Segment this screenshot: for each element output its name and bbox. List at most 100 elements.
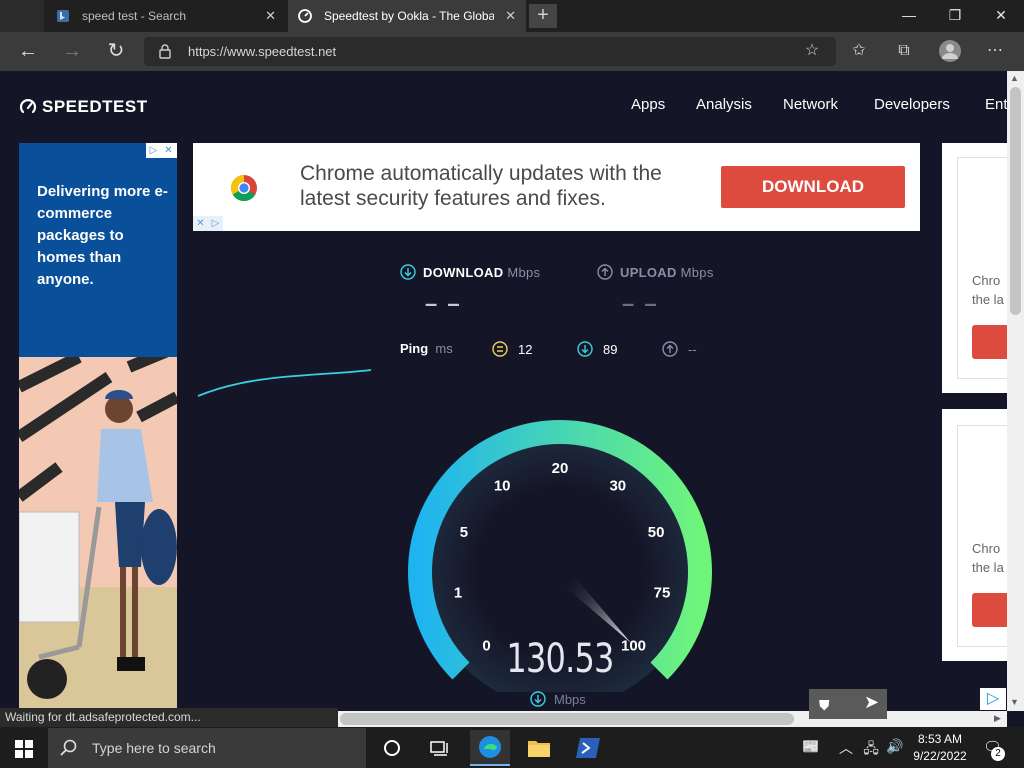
ping-upload-value: --: [688, 341, 697, 357]
add-favorite-icon[interactable]: ☆: [800, 40, 824, 62]
notification-count: 2: [991, 747, 1005, 761]
profile-avatar-icon[interactable]: [938, 39, 962, 63]
idle-latency-icon: [492, 341, 508, 357]
close-window-button[interactable]: ✕: [986, 4, 1016, 26]
ping-label-text: Ping: [400, 341, 429, 356]
tab-actions-menu[interactable]: [0, 0, 44, 32]
adchoices-icon[interactable]: ▷: [208, 216, 223, 231]
tab-title: Speedtest by Ookla - The Global: [324, 9, 494, 23]
favorites-icon[interactable]: ✩: [847, 40, 871, 62]
ad-close-icon[interactable]: ✕: [193, 216, 208, 231]
gauge-tick-label: 5: [460, 524, 468, 541]
collections-icon[interactable]: ⧉: [892, 40, 916, 62]
gauge-tick-label: 1: [454, 584, 462, 601]
scroll-right-icon[interactable]: ▶: [994, 713, 1001, 724]
download-arrow-icon: [400, 264, 416, 280]
nav-analysis[interactable]: Analysis: [696, 96, 752, 113]
right-ad-1-button[interactable]: [972, 325, 1007, 359]
task-view-icon[interactable]: [420, 730, 460, 766]
tab-close-icon[interactable]: ✕: [505, 8, 516, 24]
ping-download: 89: [577, 341, 617, 357]
show-hidden-icons[interactable]: ︿: [836, 738, 856, 758]
scroll-up-icon[interactable]: ▲: [1010, 73, 1019, 83]
speedtest-logo-icon: [19, 99, 37, 114]
file-explorer-icon[interactable]: [519, 730, 559, 766]
banner-ad-choices[interactable]: ✕ ▷: [193, 216, 223, 231]
download-latency-icon: [577, 341, 593, 357]
windows-security-icon[interactable]: ⛊: [819, 697, 830, 714]
gauge-tick-label: 30: [609, 478, 626, 495]
refresh-button[interactable]: ↻: [102, 38, 130, 66]
delivery-person-image: [19, 357, 177, 708]
nav-apps[interactable]: Apps: [631, 96, 665, 113]
upload-latency-icon: [662, 341, 678, 357]
upload-label-text: UPLOAD: [620, 264, 677, 280]
powershell-icon[interactable]: [568, 730, 608, 766]
cortana-icon[interactable]: [372, 730, 412, 766]
speed-unit-text: Mbps: [554, 691, 586, 707]
scroll-down-icon[interactable]: ▼: [1010, 697, 1019, 707]
nav-network[interactable]: Network: [783, 96, 838, 113]
ping-download-value: 89: [603, 341, 618, 357]
news-widget-icon[interactable]: 📰: [799, 738, 823, 755]
clock-date: 9/22/2022: [913, 749, 967, 763]
upload-unit: Mbps: [680, 264, 714, 280]
upload-arrow-icon: [597, 264, 613, 280]
minimize-button[interactable]: —: [894, 4, 924, 26]
gauge-tick-label: 50: [648, 524, 665, 541]
bing-search-icon: [57, 10, 69, 22]
chrome-logo-icon: [230, 174, 257, 202]
speedtest-favicon-icon: [298, 9, 312, 23]
nav-developers[interactable]: Developers: [874, 96, 950, 113]
search-icon: [60, 739, 77, 756]
ping-upload: --: [662, 341, 697, 357]
gauge-tick-label: 20: [552, 460, 569, 477]
status-bar: Waiting for dt.adsafeprotected.com...: [0, 708, 338, 727]
edge-taskbar-icon[interactable]: [470, 730, 510, 766]
gauge-tick-label: 10: [494, 478, 511, 495]
speed-unit: Mbps: [530, 691, 586, 707]
settings-more-icon[interactable]: ⋯: [983, 40, 1007, 62]
banner-ad-text: Chrome automatically updates with the la…: [300, 162, 662, 210]
nav-enterprise[interactable]: Ent: [985, 96, 1007, 113]
back-button[interactable]: ←: [14, 38, 42, 66]
right-ad-2-button[interactable]: [972, 593, 1007, 627]
network-icon[interactable]: 🖧: [861, 738, 881, 762]
tab-speed-test-search[interactable]: speed test - Search ✕: [46, 0, 286, 32]
search-placeholder: Type here to search: [92, 740, 216, 756]
download-value: – –: [425, 291, 462, 316]
right-ad-1-text: Chro the la: [972, 273, 1004, 307]
tab-close-icon[interactable]: ✕: [265, 8, 276, 24]
speedtest-logo[interactable]: SPEEDTEST: [19, 97, 148, 117]
ad-close-icon[interactable]: ✕: [161, 143, 176, 158]
restore-button[interactable]: ❐: [940, 4, 970, 26]
forward-button[interactable]: →: [58, 38, 86, 66]
ad-choices[interactable]: ▷ ✕: [146, 143, 177, 158]
right-ad-2-text: Chro the la: [972, 541, 1004, 575]
ping-label: Ping ms: [400, 341, 453, 356]
logo-text: SPEEDTEST: [42, 97, 148, 116]
ping-unit: ms: [435, 341, 453, 356]
upload-label: UPLOAD Mbps: [597, 264, 714, 280]
new-tab-button[interactable]: +: [529, 4, 557, 28]
upload-value: – –: [622, 291, 659, 316]
gauge-tick-label: 75: [654, 584, 671, 601]
speed-graph-line: [197, 369, 372, 397]
windows-start-icon[interactable]: [15, 740, 33, 758]
adchoices-icon[interactable]: ▷: [980, 688, 1006, 710]
download-label-text: DOWNLOAD: [423, 264, 504, 280]
horizontal-scroll-thumb[interactable]: [340, 713, 794, 725]
download-unit: Mbps: [507, 264, 541, 280]
download-arrow-icon: [530, 691, 546, 707]
left-ad[interactable]: Delivering more e-commerce packages to h…: [19, 143, 177, 708]
url-text[interactable]: https://www.speedtest.net: [188, 44, 336, 59]
download-label: DOWNLOAD Mbps: [400, 264, 540, 280]
lock-icon[interactable]: [158, 43, 172, 59]
download-chrome-button[interactable]: DOWNLOAD: [721, 166, 905, 208]
vertical-scroll-thumb[interactable]: [1010, 87, 1021, 315]
taskbar-clock[interactable]: 8:53 AM 9/22/2022: [905, 731, 975, 765]
taskbar-search[interactable]: Type here to search: [48, 728, 366, 768]
volume-icon[interactable]: 🔊: [885, 738, 905, 755]
adchoices-icon[interactable]: ▷: [146, 143, 161, 158]
tab-speedtest[interactable]: Speedtest by Ookla - The Global ✕: [288, 0, 526, 32]
